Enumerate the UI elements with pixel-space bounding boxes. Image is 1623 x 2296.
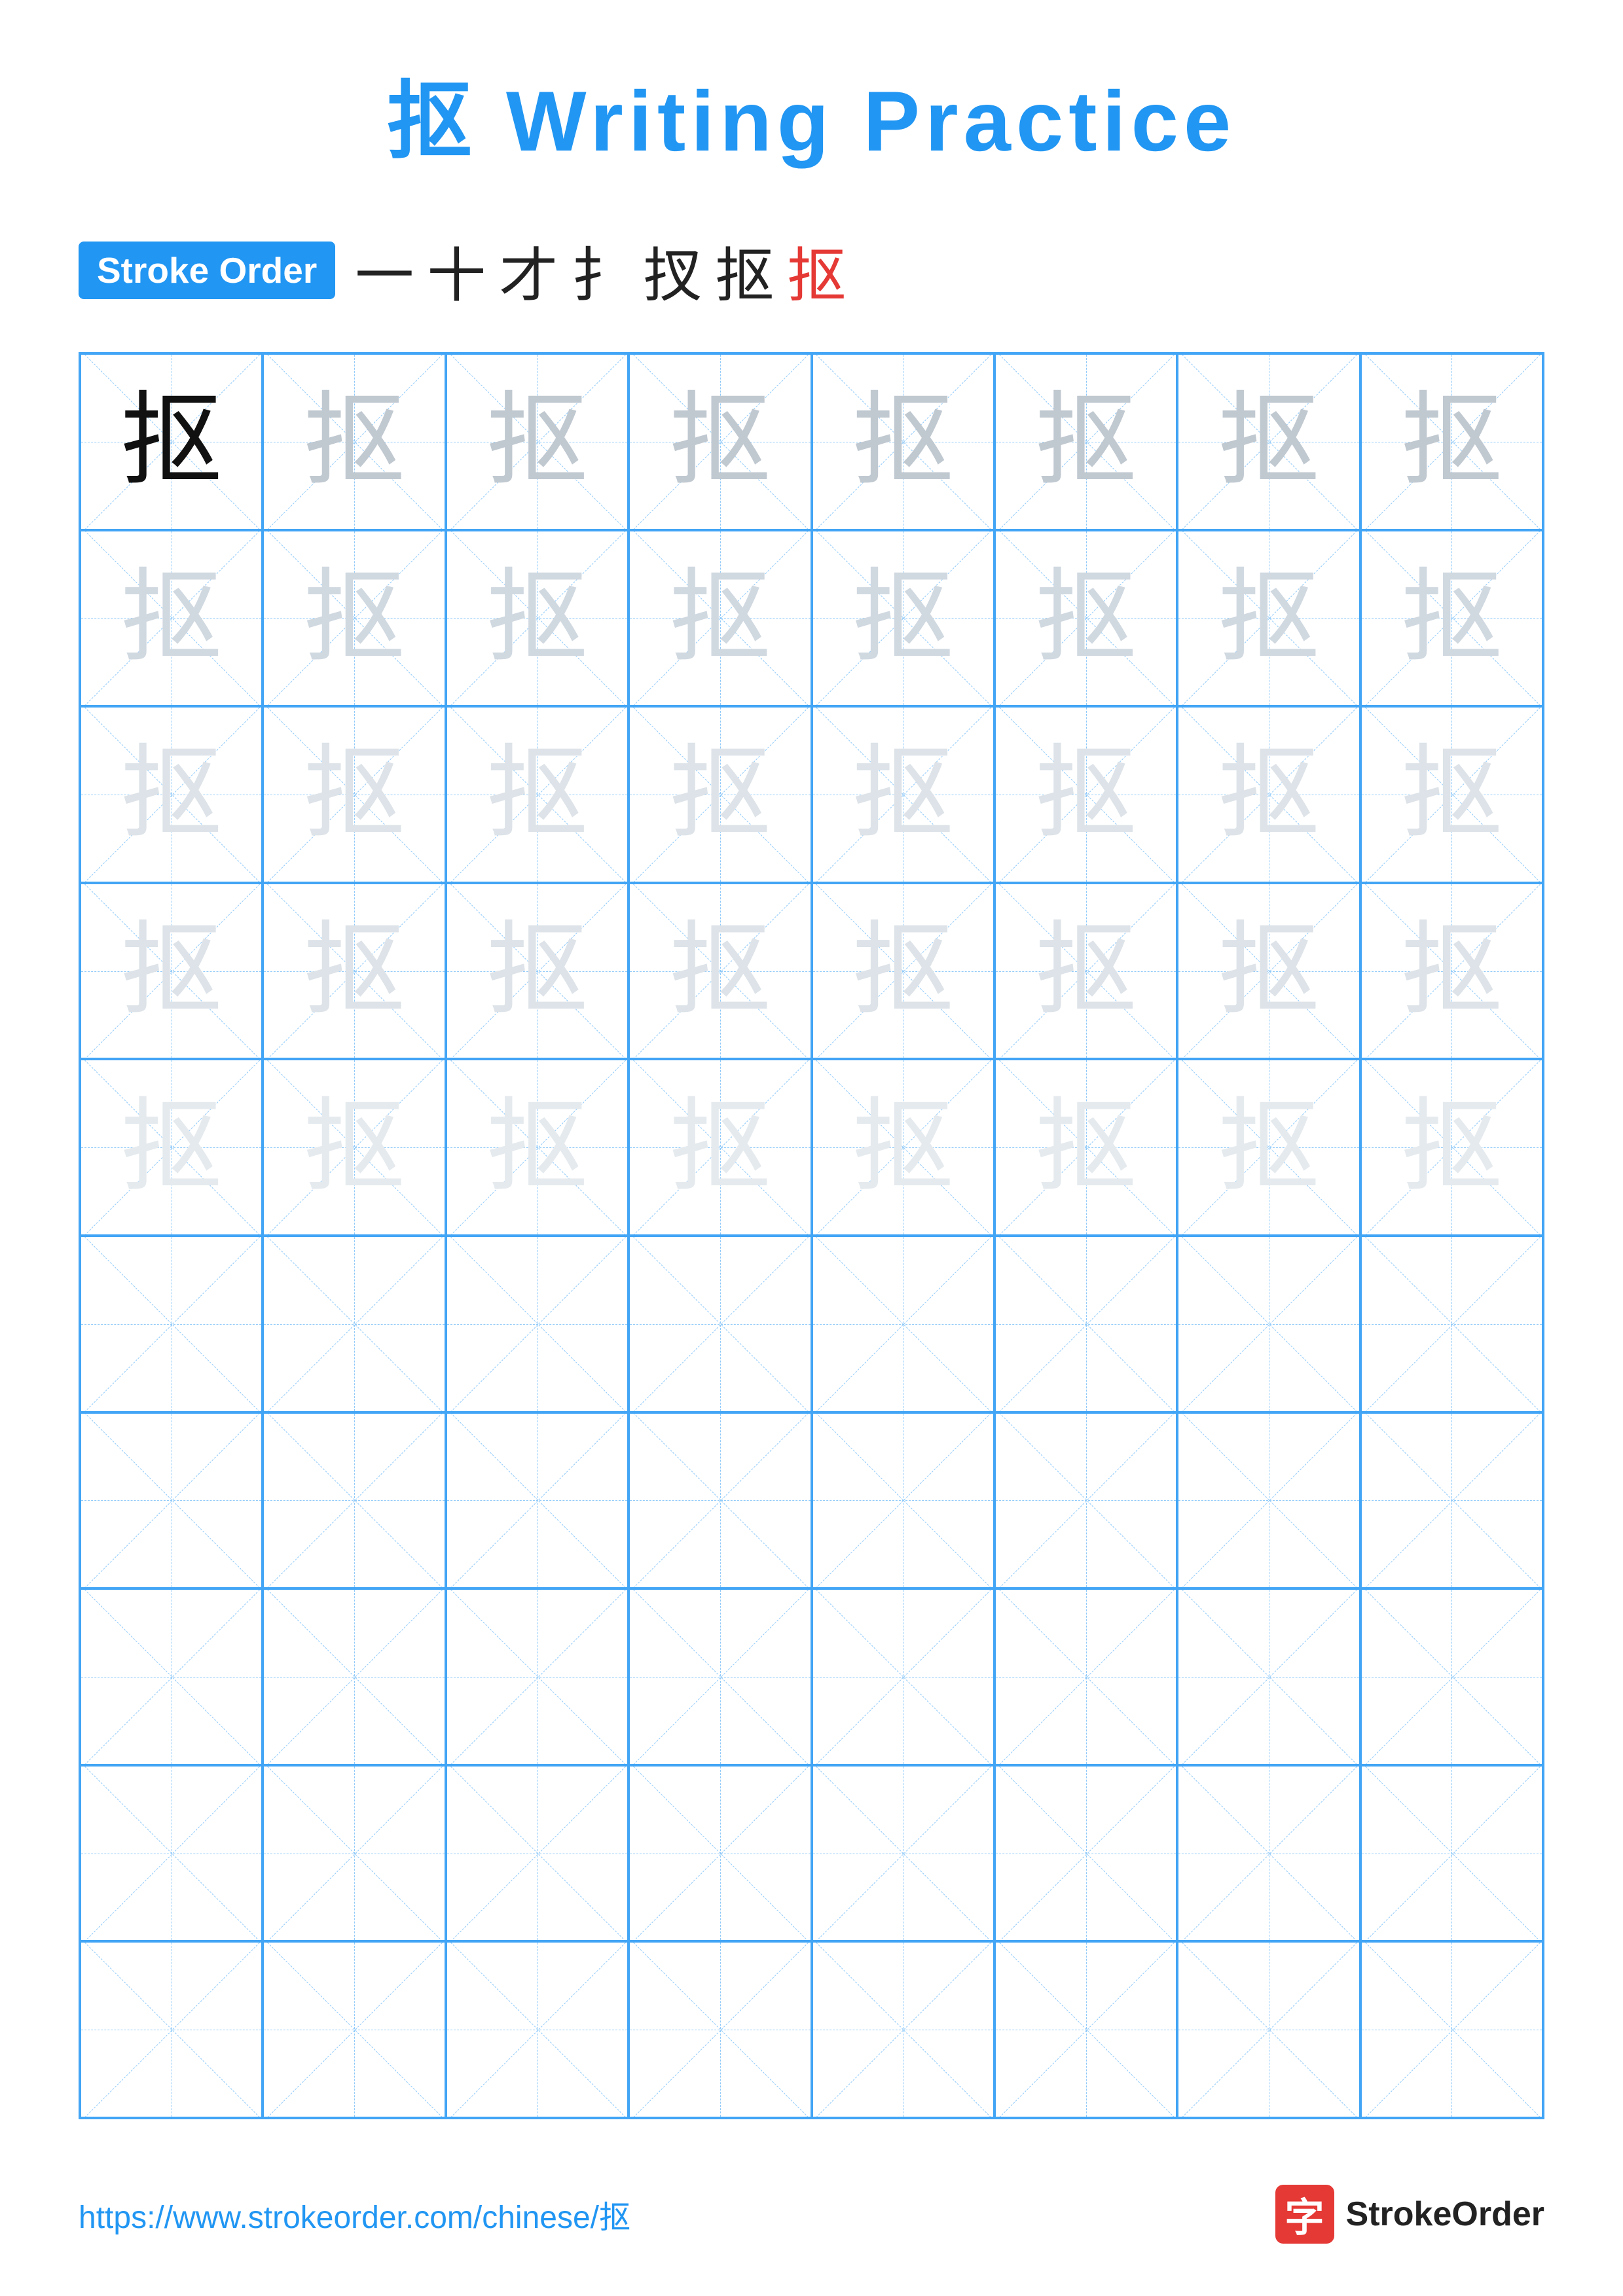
grid-cell-r3c2[interactable]: 抠 — [263, 706, 445, 883]
grid-cell-r6c8[interactable] — [1360, 1236, 1543, 1412]
grid-cell-r10c7[interactable] — [1177, 1941, 1360, 2118]
grid-cell-r6c4[interactable] — [629, 1236, 811, 1412]
grid-cell-r2c1[interactable]: 抠 — [80, 530, 263, 707]
grid-cell-r6c1[interactable] — [80, 1236, 263, 1412]
grid-cell-r7c5[interactable] — [812, 1412, 994, 1589]
grid-cell-r1c5[interactable]: 抠 — [812, 353, 994, 530]
grid-cell-r3c8[interactable]: 抠 — [1360, 706, 1543, 883]
grid-cell-r5c1[interactable]: 抠 — [80, 1059, 263, 1236]
logo-icon: 字 — [1275, 2185, 1334, 2244]
grid-cell-r8c4[interactable] — [629, 1588, 811, 1765]
footer-url[interactable]: https://www.strokeorder.com/chinese/抠 — [79, 2191, 630, 2237]
grid-cell-r9c5[interactable] — [812, 1765, 994, 1942]
stroke-5: 扠 — [643, 228, 702, 313]
grid-cell-r5c6[interactable]: 抠 — [994, 1059, 1177, 1236]
grid-cell-r9c3[interactable] — [446, 1765, 629, 1942]
stroke-sequence: 一 十 才 扌 扠 抠 抠 — [355, 228, 846, 313]
grid-cell-r4c5[interactable]: 抠 — [812, 883, 994, 1060]
grid-cell-r8c7[interactable] — [1177, 1588, 1360, 1765]
grid-cell-r8c3[interactable] — [446, 1588, 629, 1765]
grid-cell-r1c3[interactable]: 抠 — [446, 353, 629, 530]
grid-cell-r7c7[interactable] — [1177, 1412, 1360, 1589]
grid-cell-r6c7[interactable] — [1177, 1236, 1360, 1412]
grid-cell-r5c7[interactable]: 抠 — [1177, 1059, 1360, 1236]
grid-cell-r5c3[interactable]: 抠 — [446, 1059, 629, 1236]
grid-cell-r6c5[interactable] — [812, 1236, 994, 1412]
footer-logo: 字 StrokeOrder — [1275, 2185, 1544, 2244]
grid-cell-r3c1[interactable]: 抠 — [80, 706, 263, 883]
stroke-2: 十 — [427, 228, 486, 313]
footer: https://www.strokeorder.com/chinese/抠 字 … — [79, 2185, 1544, 2244]
grid-cell-r10c5[interactable] — [812, 1941, 994, 2118]
logo-text: StrokeOrder — [1346, 2195, 1544, 2234]
grid-cell-r3c5[interactable]: 抠 — [812, 706, 994, 883]
grid-cell-r4c8[interactable]: 抠 — [1360, 883, 1543, 1060]
grid-cell-r7c4[interactable] — [629, 1412, 811, 1589]
grid-cell-r9c1[interactable] — [80, 1765, 263, 1942]
grid-cell-r2c7[interactable]: 抠 — [1177, 530, 1360, 707]
grid-cell-r1c7[interactable]: 抠 — [1177, 353, 1360, 530]
grid-cell-r3c7[interactable]: 抠 — [1177, 706, 1360, 883]
grid-cell-r9c2[interactable] — [263, 1765, 445, 1942]
grid-cell-r4c3[interactable]: 抠 — [446, 883, 629, 1060]
grid-cell-r5c8[interactable]: 抠 — [1360, 1059, 1543, 1236]
practice-grid: 抠 抠 抠 抠 抠 抠 抠 — [79, 352, 1544, 2119]
grid-cell-r2c6[interactable]: 抠 — [994, 530, 1177, 707]
grid-cell-r2c8[interactable]: 抠 — [1360, 530, 1543, 707]
grid-cell-r10c3[interactable] — [446, 1941, 629, 2118]
grid-cell-r10c2[interactable] — [263, 1941, 445, 2118]
grid-cell-r4c6[interactable]: 抠 — [994, 883, 1177, 1060]
grid-cell-r10c8[interactable] — [1360, 1941, 1543, 2118]
grid-cell-r1c6[interactable]: 抠 — [994, 353, 1177, 530]
grid-cell-r1c1[interactable]: 抠 — [80, 353, 263, 530]
grid-cell-r9c6[interactable] — [994, 1765, 1177, 1942]
grid-cell-r4c4[interactable]: 抠 — [629, 883, 811, 1060]
grid-cell-r7c2[interactable] — [263, 1412, 445, 1589]
stroke-order-row: Stroke Order 一 十 才 扌 扠 抠 抠 — [79, 228, 1544, 313]
grid-cell-r7c6[interactable] — [994, 1412, 1177, 1589]
grid-cell-r8c1[interactable] — [80, 1588, 263, 1765]
grid-cell-r5c2[interactable]: 抠 — [263, 1059, 445, 1236]
stroke-7: 抠 — [787, 228, 846, 313]
grid-cell-r3c3[interactable]: 抠 — [446, 706, 629, 883]
grid-cell-r1c4[interactable]: 抠 — [629, 353, 811, 530]
grid-cell-r7c8[interactable] — [1360, 1412, 1543, 1589]
page: 抠 Writing Practice Stroke Order 一 十 才 扌 … — [0, 0, 1623, 2296]
grid-cell-r7c3[interactable] — [446, 1412, 629, 1589]
grid-cell-r6c3[interactable] — [446, 1236, 629, 1412]
grid-cell-r8c2[interactable] — [263, 1588, 445, 1765]
grid-cell-r9c8[interactable] — [1360, 1765, 1543, 1942]
grid-cell-r8c6[interactable] — [994, 1588, 1177, 1765]
stroke-1: 一 — [355, 228, 414, 313]
stroke-6: 抠 — [715, 228, 774, 313]
grid-cell-r7c1[interactable] — [80, 1412, 263, 1589]
page-title: 抠 Writing Practice — [79, 52, 1544, 175]
stroke-3: 才 — [499, 228, 558, 313]
grid-cell-r4c7[interactable]: 抠 — [1177, 883, 1360, 1060]
grid-cell-r4c2[interactable]: 抠 — [263, 883, 445, 1060]
grid-cell-r1c8[interactable]: 抠 — [1360, 353, 1543, 530]
grid-cell-r3c4[interactable]: 抠 — [629, 706, 811, 883]
grid-cell-r5c4[interactable]: 抠 — [629, 1059, 811, 1236]
grid-cell-r1c2[interactable]: 抠 — [263, 353, 445, 530]
grid-cell-r3c6[interactable]: 抠 — [994, 706, 1177, 883]
stroke-order-badge: Stroke Order — [79, 242, 335, 299]
grid-cell-r6c6[interactable] — [994, 1236, 1177, 1412]
grid-cell-r4c1[interactable]: 抠 — [80, 883, 263, 1060]
grid-cell-r2c4[interactable]: 抠 — [629, 530, 811, 707]
grid-cell-r9c7[interactable] — [1177, 1765, 1360, 1942]
grid-cell-r10c6[interactable] — [994, 1941, 1177, 2118]
grid-cell-r10c4[interactable] — [629, 1941, 811, 2118]
grid-cell-r8c5[interactable] — [812, 1588, 994, 1765]
grid-cell-r6c2[interactable] — [263, 1236, 445, 1412]
grid-cell-r2c2[interactable]: 抠 — [263, 530, 445, 707]
grid-cell-r8c8[interactable] — [1360, 1588, 1543, 1765]
grid-cell-r9c4[interactable] — [629, 1765, 811, 1942]
grid-cell-r2c5[interactable]: 抠 — [812, 530, 994, 707]
grid-cell-r5c5[interactable]: 抠 — [812, 1059, 994, 1236]
grid-cell-r10c1[interactable] — [80, 1941, 263, 2118]
grid-cell-r2c3[interactable]: 抠 — [446, 530, 629, 707]
stroke-4: 扌 — [571, 228, 630, 313]
